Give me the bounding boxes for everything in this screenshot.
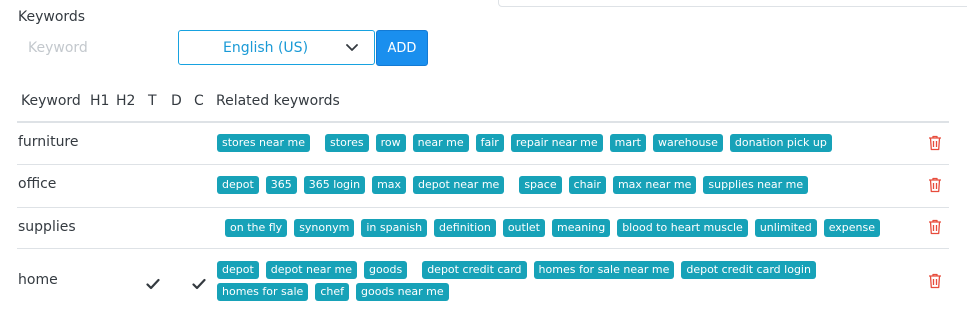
related-keyword-tag[interactable]: chef xyxy=(315,283,350,301)
trash-icon[interactable] xyxy=(928,219,942,235)
related-keywords: on the fly synonym in spanish definition… xyxy=(225,219,887,241)
related-keyword-tag[interactable]: outlet xyxy=(502,219,545,237)
row-keyword: furniture xyxy=(18,134,79,150)
row-keyword: home xyxy=(18,272,58,288)
row-keyword: office xyxy=(18,176,57,192)
related-keyword-tag[interactable]: homes for sale xyxy=(217,283,309,301)
related-keyword-tag[interactable]: depot near me xyxy=(413,176,505,194)
trash-icon[interactable] xyxy=(928,273,942,289)
header-d: D xyxy=(171,93,182,109)
related-keyword-tag[interactable]: row xyxy=(375,134,406,152)
related-keyword-tag[interactable]: near me xyxy=(412,134,469,152)
related-keywords: depot 365 365 login max depot near me sp… xyxy=(217,176,815,198)
add-button[interactable]: ADD xyxy=(376,30,428,66)
table-row: furniture stores near me stores row near… xyxy=(17,123,949,165)
related-keyword-tag[interactable]: 365 xyxy=(265,176,297,194)
row-keyword: supplies xyxy=(18,219,76,235)
header-h1: H1 xyxy=(90,93,110,109)
top-panel-edge xyxy=(498,0,967,7)
related-keyword-tag[interactable]: depot xyxy=(217,176,259,194)
trash-icon[interactable] xyxy=(928,135,942,151)
related-keyword-tag[interactable]: on the fly xyxy=(225,219,288,237)
related-keyword-tag[interactable]: depot xyxy=(217,261,259,279)
related-keyword-tag[interactable]: homes for sale near me xyxy=(533,261,675,279)
related-keyword-tag[interactable]: stores xyxy=(325,134,369,152)
related-keyword-tag[interactable]: goods xyxy=(364,261,408,279)
header-related: Related keywords xyxy=(216,93,340,109)
table-row: office depot 365 365 login max depot nea… xyxy=(17,165,949,208)
related-keyword-tag[interactable]: max near me xyxy=(612,176,697,194)
related-keyword-tag[interactable]: chair xyxy=(568,176,606,194)
header-t: T xyxy=(148,93,157,109)
related-keyword-tag[interactable]: definition xyxy=(434,219,496,237)
related-keyword-tag[interactable]: supplies near me xyxy=(703,176,809,194)
related-keyword-tag[interactable]: donation pick up xyxy=(729,134,832,152)
related-keyword-tag[interactable]: unlimited xyxy=(754,219,817,237)
related-keywords: stores near me stores row near me fair r… xyxy=(217,134,839,156)
related-keyword-tag[interactable]: repair near me xyxy=(510,134,603,152)
trash-icon[interactable] xyxy=(928,177,942,193)
keywords-table: Keyword H1 H2 T D C Related keywords fur… xyxy=(17,82,949,312)
header-h2: H2 xyxy=(116,93,136,109)
related-keyword-tag[interactable]: 365 login xyxy=(303,176,366,194)
language-select[interactable]: English (US) xyxy=(178,30,375,65)
related-keyword-tag[interactable]: stores near me xyxy=(217,134,311,152)
table-row: supplies on the fly synonym in spanish d… xyxy=(17,208,949,249)
language-select-value: English (US) xyxy=(222,39,309,56)
check-icon xyxy=(146,275,160,290)
table-row: home depot depot near me goods depot cre… xyxy=(17,249,949,312)
related-keyword-tag[interactable]: depot credit card login xyxy=(681,261,816,279)
keyword-input[interactable] xyxy=(17,31,177,65)
check-icon xyxy=(192,275,206,290)
related-keywords: depot depot near me goods depot credit c… xyxy=(217,261,907,305)
header-keyword: Keyword xyxy=(21,93,81,109)
related-keyword-tag[interactable]: mart xyxy=(609,134,646,152)
related-keyword-tag[interactable]: space xyxy=(519,176,562,194)
keywords-label: Keywords xyxy=(18,9,86,25)
related-keyword-tag[interactable]: goods near me xyxy=(356,283,449,301)
related-keyword-tag[interactable]: depot credit card xyxy=(422,261,527,279)
chevron-down-icon xyxy=(344,40,360,56)
related-keyword-tag[interactable]: blood to heart muscle xyxy=(617,219,748,237)
related-keyword-tag[interactable]: max xyxy=(372,176,407,194)
related-keyword-tag[interactable]: warehouse xyxy=(652,134,723,152)
related-keyword-tag[interactable]: synonym xyxy=(294,219,355,237)
table-header: Keyword H1 H2 T D C Related keywords xyxy=(17,82,949,123)
related-keyword-tag[interactable]: expense xyxy=(823,219,881,237)
related-keyword-tag[interactable]: in spanish xyxy=(361,219,428,237)
related-keyword-tag[interactable]: depot near me xyxy=(265,261,358,279)
header-c: C xyxy=(194,93,204,109)
related-keyword-tag[interactable]: meaning xyxy=(551,219,611,237)
related-keyword-tag[interactable]: fair xyxy=(475,134,504,152)
